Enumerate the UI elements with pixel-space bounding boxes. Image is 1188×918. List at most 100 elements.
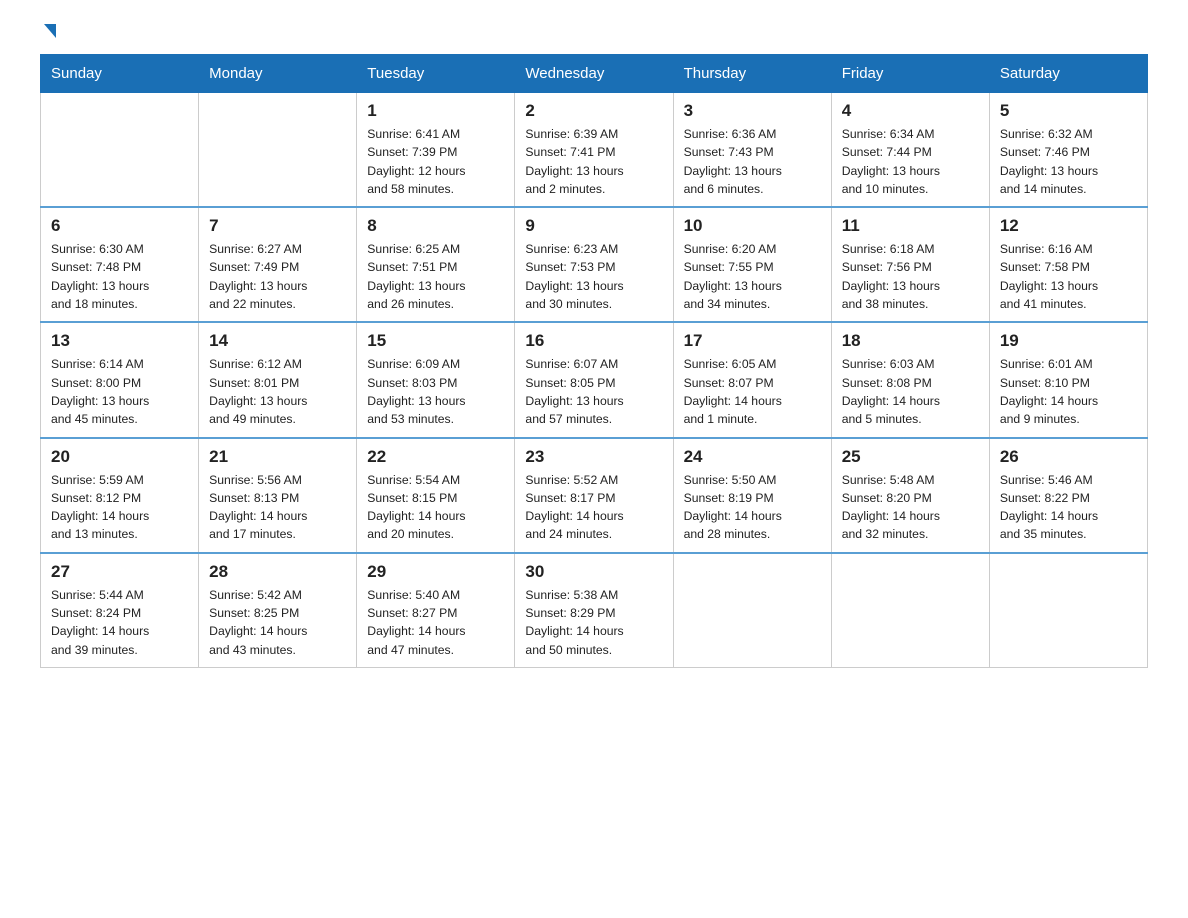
day-info: Sunrise: 5:46 AM Sunset: 8:22 PM Dayligh… xyxy=(1000,471,1137,544)
page-header xyxy=(40,30,1148,34)
day-number: 8 xyxy=(367,216,504,236)
day-info: Sunrise: 5:59 AM Sunset: 8:12 PM Dayligh… xyxy=(51,471,188,544)
day-number: 13 xyxy=(51,331,188,351)
day-info: Sunrise: 5:44 AM Sunset: 8:24 PM Dayligh… xyxy=(51,586,188,659)
day-number: 4 xyxy=(842,101,979,121)
calendar-cell xyxy=(199,93,357,208)
day-info: Sunrise: 5:56 AM Sunset: 8:13 PM Dayligh… xyxy=(209,471,346,544)
day-info: Sunrise: 6:09 AM Sunset: 8:03 PM Dayligh… xyxy=(367,355,504,428)
day-number: 30 xyxy=(525,562,662,582)
day-info: Sunrise: 6:12 AM Sunset: 8:01 PM Dayligh… xyxy=(209,355,346,428)
calendar-cell: 6 Sunrise: 6:30 AM Sunset: 7:48 PM Daylig… xyxy=(41,207,199,322)
weekday-header-row: SundayMondayTuesdayWednesdayThursdayFrid… xyxy=(41,55,1148,93)
day-info: Sunrise: 5:40 AM Sunset: 8:27 PM Dayligh… xyxy=(367,586,504,659)
day-info: Sunrise: 6:32 AM Sunset: 7:46 PM Dayligh… xyxy=(1000,125,1137,198)
day-info: Sunrise: 6:36 AM Sunset: 7:43 PM Dayligh… xyxy=(684,125,821,198)
calendar-cell: 17 Sunrise: 6:05 AM Sunset: 8:07 PM Dayli… xyxy=(673,322,831,437)
day-info: Sunrise: 6:20 AM Sunset: 7:55 PM Dayligh… xyxy=(684,240,821,313)
weekday-header-sunday: Sunday xyxy=(41,55,199,93)
day-number: 6 xyxy=(51,216,188,236)
calendar-week-row: 1 Sunrise: 6:41 AM Sunset: 7:39 PM Daylig… xyxy=(41,93,1148,208)
calendar-cell: 24 Sunrise: 5:50 AM Sunset: 8:19 PM Dayli… xyxy=(673,438,831,553)
day-info: Sunrise: 6:34 AM Sunset: 7:44 PM Dayligh… xyxy=(842,125,979,198)
calendar-cell: 19 Sunrise: 6:01 AM Sunset: 8:10 PM Dayli… xyxy=(989,322,1147,437)
day-info: Sunrise: 6:39 AM Sunset: 7:41 PM Dayligh… xyxy=(525,125,662,198)
weekday-header-monday: Monday xyxy=(199,55,357,93)
day-info: Sunrise: 6:27 AM Sunset: 7:49 PM Dayligh… xyxy=(209,240,346,313)
weekday-header-wednesday: Wednesday xyxy=(515,55,673,93)
day-number: 11 xyxy=(842,216,979,236)
day-number: 14 xyxy=(209,331,346,351)
day-info: Sunrise: 5:50 AM Sunset: 8:19 PM Dayligh… xyxy=(684,471,821,544)
day-number: 10 xyxy=(684,216,821,236)
day-info: Sunrise: 5:38 AM Sunset: 8:29 PM Dayligh… xyxy=(525,586,662,659)
day-number: 3 xyxy=(684,101,821,121)
calendar-week-row: 20 Sunrise: 5:59 AM Sunset: 8:12 PM Dayli… xyxy=(41,438,1148,553)
day-number: 25 xyxy=(842,447,979,467)
day-number: 29 xyxy=(367,562,504,582)
day-info: Sunrise: 6:18 AM Sunset: 7:56 PM Dayligh… xyxy=(842,240,979,313)
day-number: 26 xyxy=(1000,447,1137,467)
weekday-header-thursday: Thursday xyxy=(673,55,831,93)
calendar-cell: 11 Sunrise: 6:18 AM Sunset: 7:56 PM Dayli… xyxy=(831,207,989,322)
calendar-cell: 14 Sunrise: 6:12 AM Sunset: 8:01 PM Dayli… xyxy=(199,322,357,437)
day-number: 17 xyxy=(684,331,821,351)
day-number: 22 xyxy=(367,447,504,467)
day-number: 27 xyxy=(51,562,188,582)
calendar-cell: 12Sunrise: 6:16 AM Sunset: 7:58 PM Dayli… xyxy=(989,207,1147,322)
calendar-cell: 18 Sunrise: 6:03 AM Sunset: 8:08 PM Dayli… xyxy=(831,322,989,437)
day-info: Sunrise: 5:42 AM Sunset: 8:25 PM Dayligh… xyxy=(209,586,346,659)
day-number: 9 xyxy=(525,216,662,236)
calendar-cell xyxy=(831,553,989,668)
calendar-cell: 9 Sunrise: 6:23 AM Sunset: 7:53 PM Daylig… xyxy=(515,207,673,322)
day-number: 24 xyxy=(684,447,821,467)
day-info: Sunrise: 6:05 AM Sunset: 8:07 PM Dayligh… xyxy=(684,355,821,428)
calendar-cell: 4 Sunrise: 6:34 AM Sunset: 7:44 PM Daylig… xyxy=(831,93,989,208)
day-number: 5 xyxy=(1000,101,1137,121)
day-info: Sunrise: 6:03 AM Sunset: 8:08 PM Dayligh… xyxy=(842,355,979,428)
calendar-cell: 2Sunrise: 6:39 AM Sunset: 7:41 PM Daylig… xyxy=(515,93,673,208)
day-number: 18 xyxy=(842,331,979,351)
day-number: 19 xyxy=(1000,331,1137,351)
day-info: Sunrise: 5:54 AM Sunset: 8:15 PM Dayligh… xyxy=(367,471,504,544)
calendar-week-row: 6 Sunrise: 6:30 AM Sunset: 7:48 PM Daylig… xyxy=(41,207,1148,322)
day-number: 28 xyxy=(209,562,346,582)
day-number: 23 xyxy=(525,447,662,467)
day-number: 20 xyxy=(51,447,188,467)
calendar-cell xyxy=(41,93,199,208)
calendar-cell: 13 Sunrise: 6:14 AM Sunset: 8:00 PM Dayli… xyxy=(41,322,199,437)
calendar-cell: 16 Sunrise: 6:07 AM Sunset: 8:05 PM Dayli… xyxy=(515,322,673,437)
day-info: Sunrise: 6:16 AM Sunset: 7:58 PM Dayligh… xyxy=(1000,240,1137,313)
day-info: Sunrise: 6:41 AM Sunset: 7:39 PM Dayligh… xyxy=(367,125,504,198)
calendar-cell: 21 Sunrise: 5:56 AM Sunset: 8:13 PM Dayli… xyxy=(199,438,357,553)
calendar-cell: 22 Sunrise: 5:54 AM Sunset: 8:15 PM Dayli… xyxy=(357,438,515,553)
day-number: 21 xyxy=(209,447,346,467)
weekday-header-saturday: Saturday xyxy=(989,55,1147,93)
day-info: Sunrise: 6:23 AM Sunset: 7:53 PM Dayligh… xyxy=(525,240,662,313)
day-info: Sunrise: 6:25 AM Sunset: 7:51 PM Dayligh… xyxy=(367,240,504,313)
weekday-header-friday: Friday xyxy=(831,55,989,93)
calendar-cell xyxy=(673,553,831,668)
day-number: 7 xyxy=(209,216,346,236)
calendar-cell: 26 Sunrise: 5:46 AM Sunset: 8:22 PM Dayli… xyxy=(989,438,1147,553)
day-number: 1 xyxy=(367,101,504,121)
calendar-cell: 1 Sunrise: 6:41 AM Sunset: 7:39 PM Daylig… xyxy=(357,93,515,208)
calendar-table: SundayMondayTuesdayWednesdayThursdayFrid… xyxy=(40,54,1148,668)
day-info: Sunrise: 6:30 AM Sunset: 7:48 PM Dayligh… xyxy=(51,240,188,313)
logo-triangle-icon xyxy=(44,24,56,38)
day-number: 16 xyxy=(525,331,662,351)
day-info: Sunrise: 5:52 AM Sunset: 8:17 PM Dayligh… xyxy=(525,471,662,544)
calendar-cell: 7 Sunrise: 6:27 AM Sunset: 7:49 PM Daylig… xyxy=(199,207,357,322)
calendar-cell: 27 Sunrise: 5:44 AM Sunset: 8:24 PM Dayli… xyxy=(41,553,199,668)
day-number: 15 xyxy=(367,331,504,351)
calendar-cell: 20 Sunrise: 5:59 AM Sunset: 8:12 PM Dayli… xyxy=(41,438,199,553)
calendar-cell xyxy=(989,553,1147,668)
calendar-cell: 3 Sunrise: 6:36 AM Sunset: 7:43 PM Daylig… xyxy=(673,93,831,208)
day-info: Sunrise: 6:14 AM Sunset: 8:00 PM Dayligh… xyxy=(51,355,188,428)
day-info: Sunrise: 5:48 AM Sunset: 8:20 PM Dayligh… xyxy=(842,471,979,544)
day-info: Sunrise: 6:07 AM Sunset: 8:05 PM Dayligh… xyxy=(525,355,662,428)
calendar-cell: 28 Sunrise: 5:42 AM Sunset: 8:25 PM Dayli… xyxy=(199,553,357,668)
calendar-cell: 23 Sunrise: 5:52 AM Sunset: 8:17 PM Dayli… xyxy=(515,438,673,553)
calendar-cell: 29 Sunrise: 5:40 AM Sunset: 8:27 PM Dayli… xyxy=(357,553,515,668)
day-info: Sunrise: 6:01 AM Sunset: 8:10 PM Dayligh… xyxy=(1000,355,1137,428)
